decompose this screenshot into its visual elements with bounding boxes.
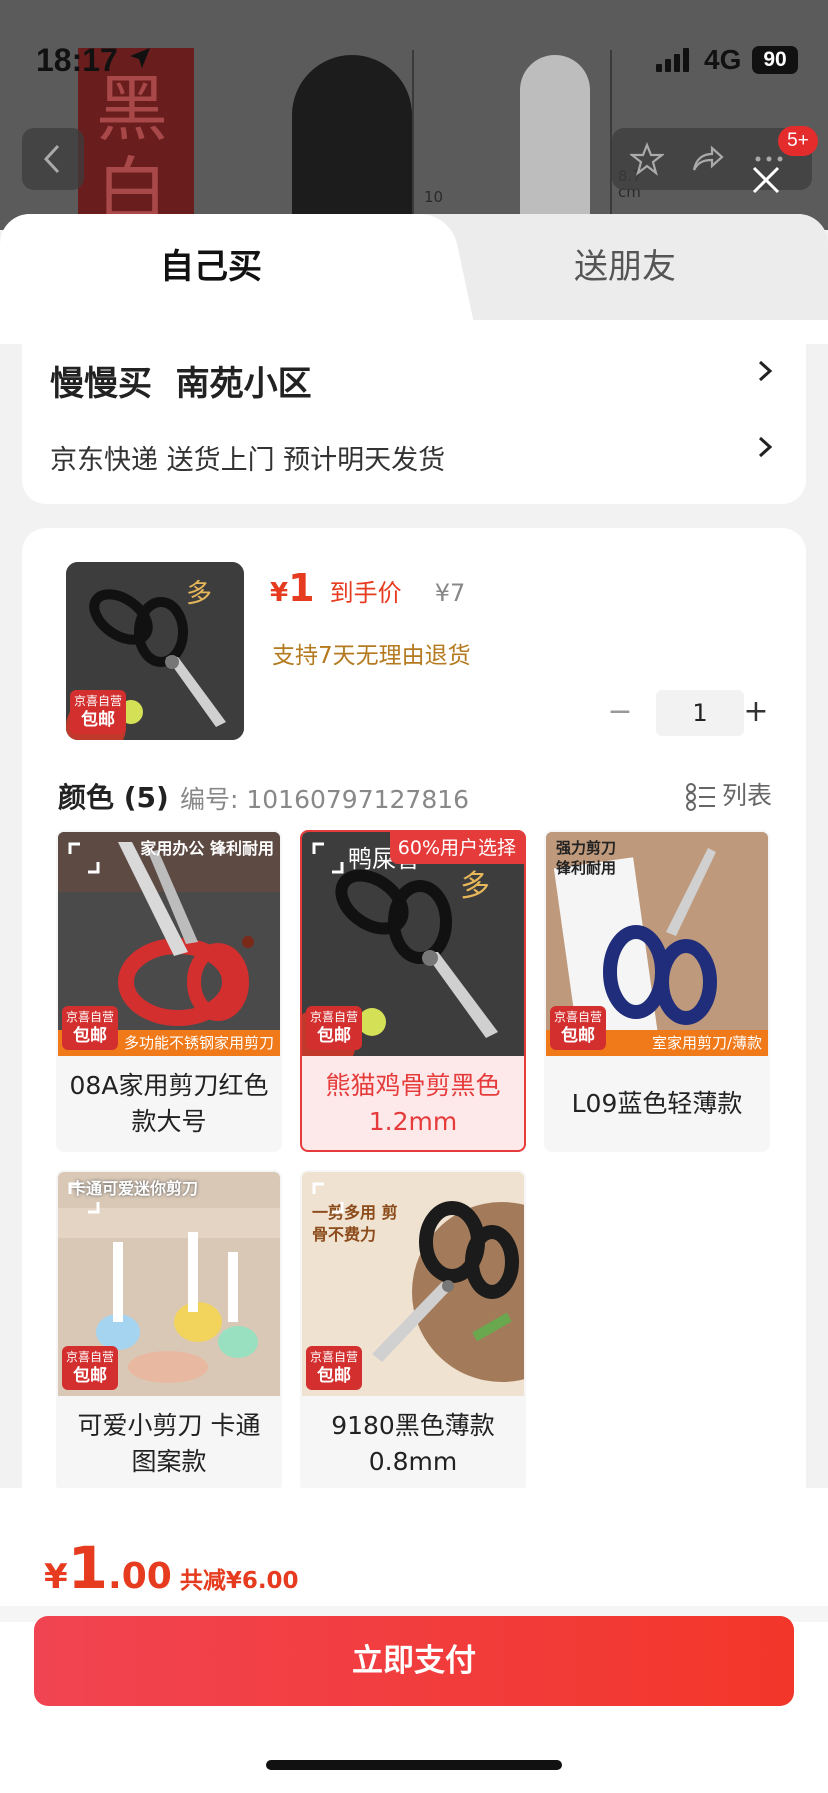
- back-button[interactable]: [22, 128, 84, 190]
- option-image: 强力剪刀 锋利耐用 室家用剪刀/薄款 京喜自营 包邮: [546, 832, 768, 1056]
- option-label: 可爱小剪刀 卡通图案款: [77, 1411, 261, 1476]
- color-option[interactable]: 卡通可爱迷你剪刀 京喜自营 包邮 可爱小剪刀 卡通图案款: [56, 1170, 282, 1492]
- status-time: 18:17: [36, 42, 118, 78]
- quantity-input[interactable]: 1: [656, 690, 744, 736]
- jd-self-operated-tag: 京喜自营 包邮: [70, 690, 126, 734]
- jd-self-operated-tag: 京喜自营 包邮: [62, 1346, 118, 1390]
- expand-icon[interactable]: [66, 840, 102, 876]
- option-caption: 强力剪刀 锋利耐用: [556, 839, 617, 877]
- expand-icon[interactable]: [310, 840, 346, 876]
- quantity-stepper: − 1 +: [598, 690, 774, 736]
- option-label: L09蓝色轻薄款: [571, 1089, 743, 1118]
- option-image: 多 鸭屎香 京喜自营 包邮: [302, 832, 524, 1056]
- cart-badge: 5+: [778, 126, 818, 156]
- option-image: 一剪多用 剪骨不费力 京喜自营 包邮: [302, 1172, 524, 1396]
- total-integer: 1: [67, 1534, 109, 1602]
- return-policy: 支持7天无理由退货: [272, 643, 471, 669]
- color-option[interactable]: 强力剪刀 锋利耐用 室家用剪刀/薄款 京喜自营 包邮 L09蓝色轻薄款: [544, 830, 770, 1152]
- color-option[interactable]: 家用办公 锋利耐用 多功能不锈钢家用剪刀 京喜自营 包邮 08A家用剪刀红色款大号: [56, 830, 282, 1152]
- chevron-right-icon: [758, 360, 773, 382]
- jd-self-operated-tag: 京喜自营 包邮: [306, 1006, 362, 1050]
- purchase-tabs: 送朋友 自己买: [0, 214, 828, 320]
- tab-gift-friend[interactable]: 送朋友: [422, 214, 828, 320]
- delivery-info[interactable]: 京东快递 送货上门 预计明天发货: [50, 438, 445, 477]
- location-arrow-icon: [130, 48, 150, 68]
- svg-text:多: 多: [186, 579, 212, 609]
- option-image: 家用办公 锋利耐用 多功能不锈钢家用剪刀 京喜自营 包邮: [58, 832, 280, 1056]
- svg-text:多: 多: [460, 869, 490, 904]
- home-indicator: [266, 1760, 562, 1770]
- color-heading: 颜色 (5): [58, 781, 169, 814]
- option-label: 08A家用剪刀红色款大号: [69, 1071, 269, 1136]
- original-price: ¥7: [434, 579, 466, 607]
- share-icon[interactable]: [690, 142, 724, 176]
- increase-button[interactable]: +: [738, 690, 774, 736]
- option-label: 熊猫鸡骨剪黑色1.2mm: [325, 1071, 501, 1136]
- signal-icon: [656, 48, 690, 72]
- tab-buy-self[interactable]: 自己买: [0, 214, 422, 320]
- dimension-label: 10: [424, 188, 444, 206]
- option-image: 卡通可爱迷你剪刀 京喜自营 包邮: [58, 1172, 280, 1396]
- sku-number: 编号: 10160797127816: [180, 785, 470, 814]
- expand-icon[interactable]: [66, 1180, 102, 1216]
- jd-self-operated-tag: 京喜自营 包邮: [306, 1346, 362, 1390]
- price: ¥1: [270, 566, 315, 610]
- battery-icon: 90: [752, 46, 798, 74]
- tab-label: 自己买: [160, 247, 262, 287]
- list-view-toggle[interactable]: 列表: [685, 776, 772, 812]
- product-thumbnail[interactable]: 多 京喜自营 包邮: [66, 562, 244, 740]
- decrease-button[interactable]: −: [602, 690, 638, 736]
- price-row: ¥1 到手价 ¥7: [270, 566, 465, 610]
- currency-symbol: ¥: [44, 1557, 68, 1597]
- savings-text: 共减¥6.00: [179, 1568, 299, 1594]
- jd-self-operated-tag: 京喜自营 包邮: [62, 1006, 118, 1050]
- network-type: 4G: [704, 44, 742, 75]
- color-option-selected[interactable]: 60%用户选择 多 鸭屎香 京喜自营 包邮 熊猫鸡骨剪黑色1.2mm: [300, 830, 526, 1152]
- expand-icon[interactable]: [310, 1180, 346, 1216]
- address-card[interactable]: 慢慢买 南苑小区 京东快递 送货上门 预计明天发货: [22, 320, 806, 504]
- checkout-footer: ¥1.00 共减¥6.00 立即支付: [0, 1488, 828, 1793]
- chevron-right-icon: [758, 436, 773, 458]
- popular-tag: 60%用户选择: [389, 832, 524, 864]
- total-price: ¥1.00 共减¥6.00: [44, 1534, 299, 1602]
- address-title: 慢慢买 南苑小区: [50, 364, 312, 404]
- option-label: 9180黑色薄款0.8mm: [331, 1411, 495, 1476]
- list-icon: [685, 783, 715, 811]
- status-bar: 18:17 4G 90: [0, 0, 828, 104]
- star-icon[interactable]: [630, 142, 664, 176]
- close-icon[interactable]: [746, 160, 786, 200]
- pay-now-button[interactable]: 立即支付: [34, 1616, 794, 1706]
- color-option[interactable]: 一剪多用 剪骨不费力 京喜自营 包邮 9180黑色薄款0.8mm: [300, 1170, 526, 1492]
- jd-self-operated-tag: 京喜自营 包邮: [550, 1006, 606, 1050]
- price-label: 到手价: [329, 579, 402, 607]
- chevron-left-icon: [43, 144, 60, 174]
- total-decimal: .00: [108, 1556, 172, 1597]
- list-label: 列表: [721, 781, 772, 810]
